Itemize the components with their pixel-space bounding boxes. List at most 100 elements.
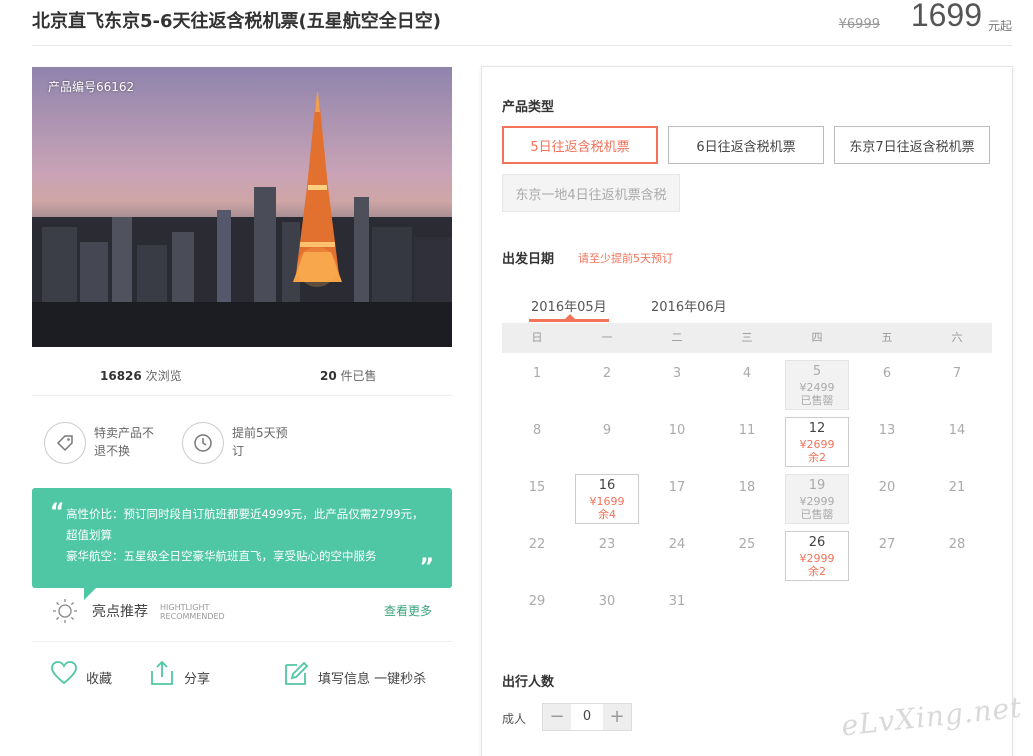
- edit-icon: [285, 661, 309, 685]
- calendar-day: 17: [642, 474, 712, 524]
- tab-month-may[interactable]: 2016年05月: [531, 296, 607, 315]
- calendar-day-priced: 19 ¥2999 已售罄: [785, 474, 849, 524]
- share-icon: [151, 660, 173, 685]
- action-bar: 收藏 分享 填写信息 一键秒杀: [32, 655, 452, 700]
- increment-button[interactable]: +: [603, 704, 631, 730]
- tokyo-tower-illustration: [32, 92, 452, 347]
- favorite-label: 收藏: [86, 672, 113, 687]
- day-price: ¥2999: [799, 552, 835, 565]
- calendar-day: 27: [852, 531, 922, 581]
- calendar-week: 15 16 ¥1699 余4 17 18 19 ¥2999 已售罄 20 21: [502, 467, 992, 524]
- feature-text: 提前5天预订: [232, 426, 288, 458]
- calendar-day: 9: [572, 417, 642, 467]
- day-remaining: 已售罄: [800, 394, 834, 407]
- departure-date-label: 出发日期: [502, 252, 555, 267]
- day-remaining: 已售罄: [800, 508, 834, 521]
- page-title: 北京直飞东京5-6天往返含税机票(五星航空全日空): [32, 11, 441, 32]
- day-remaining: 余4: [598, 508, 616, 521]
- day-number: 12: [808, 421, 826, 436]
- calendar-weekdays: 日 一 二 三 四 五 六: [502, 323, 992, 353]
- day-number: 2: [602, 366, 612, 381]
- decrement-button[interactable]: −: [543, 704, 571, 730]
- product-type-option[interactable]: 东京一地4日往返机票含税: [502, 174, 680, 212]
- booking-panel: 产品类型 5日往返含税机票 6日往返含税机票 东京7日往返含税机票 东京一地4日…: [481, 66, 1013, 756]
- day-number: 31: [668, 594, 686, 609]
- adult-count[interactable]: 0: [571, 704, 603, 730]
- fill-info-label: 填写信息 一键秒杀: [318, 672, 427, 687]
- sold-count: 20 件已售: [320, 369, 377, 383]
- day-number: 23: [598, 537, 616, 552]
- day-number: 3: [672, 366, 682, 381]
- calendar-week: 1 2 3 4 5 ¥2499 已售罄 6 7: [502, 353, 992, 410]
- calendar-day: 6: [852, 360, 922, 410]
- highlight-line-2: 豪华航空：五星级全日空豪华航班直飞，享受贴心的空中服务: [66, 549, 377, 563]
- calendar-day: 21: [922, 474, 992, 524]
- quote-close-icon: ”: [419, 555, 434, 580]
- day-number: 17: [668, 480, 686, 495]
- active-month-indicator: [529, 319, 609, 322]
- calendar-day: 13: [852, 417, 922, 467]
- calendar-week: 22 23 24 25 26 ¥2999 余2 27 28: [502, 524, 992, 581]
- original-price: ¥6999: [838, 17, 880, 32]
- day-number: 29: [528, 594, 546, 609]
- day-number: 27: [878, 537, 896, 552]
- product-type-option[interactable]: 6日往返含税机票: [668, 126, 824, 164]
- day-number: 30: [598, 594, 616, 609]
- day-price: ¥1699: [589, 495, 625, 508]
- see-more-link[interactable]: 查看更多: [384, 602, 432, 619]
- day-number: 24: [668, 537, 686, 552]
- calendar-day: 31: [642, 588, 712, 638]
- calendar-day-priced[interactable]: 26 ¥2999 余2: [785, 531, 849, 581]
- calendar-day: 30: [572, 588, 642, 638]
- tag-icon: [44, 422, 86, 464]
- day-number: 15: [528, 480, 546, 495]
- adult-label: 成人: [502, 712, 527, 726]
- day-number: 21: [948, 480, 966, 495]
- day-number: 7: [952, 366, 962, 381]
- calendar-day: 7: [922, 360, 992, 410]
- day-remaining: 余2: [808, 565, 826, 578]
- highlights-en-label: HIGHTLIGHT RECOMMENDED: [160, 603, 225, 621]
- calendar-day-priced: 5 ¥2499 已售罄: [785, 360, 849, 410]
- day-number: 19: [808, 478, 826, 493]
- calendar-day-priced[interactable]: 12 ¥2699 余2: [785, 417, 849, 467]
- calendar: 日 一 二 三 四 五 六 1 2 3 4 5 ¥2499 已售罄 6 7 8 9 10 11 12 ¥26…: [502, 323, 992, 638]
- heart-icon: [51, 661, 77, 685]
- travelers-label: 出行人数: [502, 675, 555, 690]
- weekday-label: 一: [601, 331, 613, 344]
- calendar-day: 1: [502, 360, 572, 410]
- calendar-day: 4: [712, 360, 782, 410]
- tab-month-june[interactable]: 2016年06月: [651, 296, 727, 315]
- highlight-line-1: 高性价比：预订同时段自订航班都要近4999元，此产品仅需2799元，超值划算: [66, 507, 424, 542]
- calendar-day: 20: [852, 474, 922, 524]
- weekday-label: 二: [671, 331, 683, 344]
- highlights-row: 亮点推荐 HIGHTLIGHT RECOMMENDED 查看更多: [32, 594, 452, 642]
- calendar-day: 14: [922, 417, 992, 467]
- calendar-day: 29: [502, 588, 572, 638]
- feature-text: 特卖产品不退不换: [94, 426, 155, 458]
- highlights-title: 亮点推荐: [92, 604, 148, 620]
- calendar-day: 18: [712, 474, 782, 524]
- day-number: 1: [532, 366, 542, 381]
- day-number: 20: [878, 480, 896, 495]
- day-remaining: 余2: [808, 451, 826, 464]
- clock-icon: [182, 422, 224, 464]
- day-price: ¥2999: [799, 495, 835, 508]
- day-number: 14: [948, 423, 966, 438]
- day-number: 25: [738, 537, 756, 552]
- day-number: 10: [668, 423, 686, 438]
- day-price: ¥2499: [799, 381, 835, 394]
- product-type-option[interactable]: 东京7日往返含税机票: [834, 126, 990, 164]
- calendar-day: 23: [572, 531, 642, 581]
- calendar-day: 15: [502, 474, 572, 524]
- day-number: 13: [878, 423, 896, 438]
- calendar-day: 8: [502, 417, 572, 467]
- product-stats: 16826 次浏览 20 件已售: [32, 362, 452, 396]
- product-type-option[interactable]: 5日往返含税机票: [502, 126, 658, 164]
- price-unit: 元起: [987, 19, 1012, 33]
- weekday-label: 三: [741, 331, 753, 344]
- day-number: 16: [598, 478, 616, 493]
- view-count: 16826 次浏览: [100, 369, 182, 383]
- calendar-day-priced[interactable]: 16 ¥1699 余4: [575, 474, 639, 524]
- calendar-body: 1 2 3 4 5 ¥2499 已售罄 6 7 8 9 10 11 12 ¥2699 余2 13 14 15 16 ¥1…: [502, 353, 992, 638]
